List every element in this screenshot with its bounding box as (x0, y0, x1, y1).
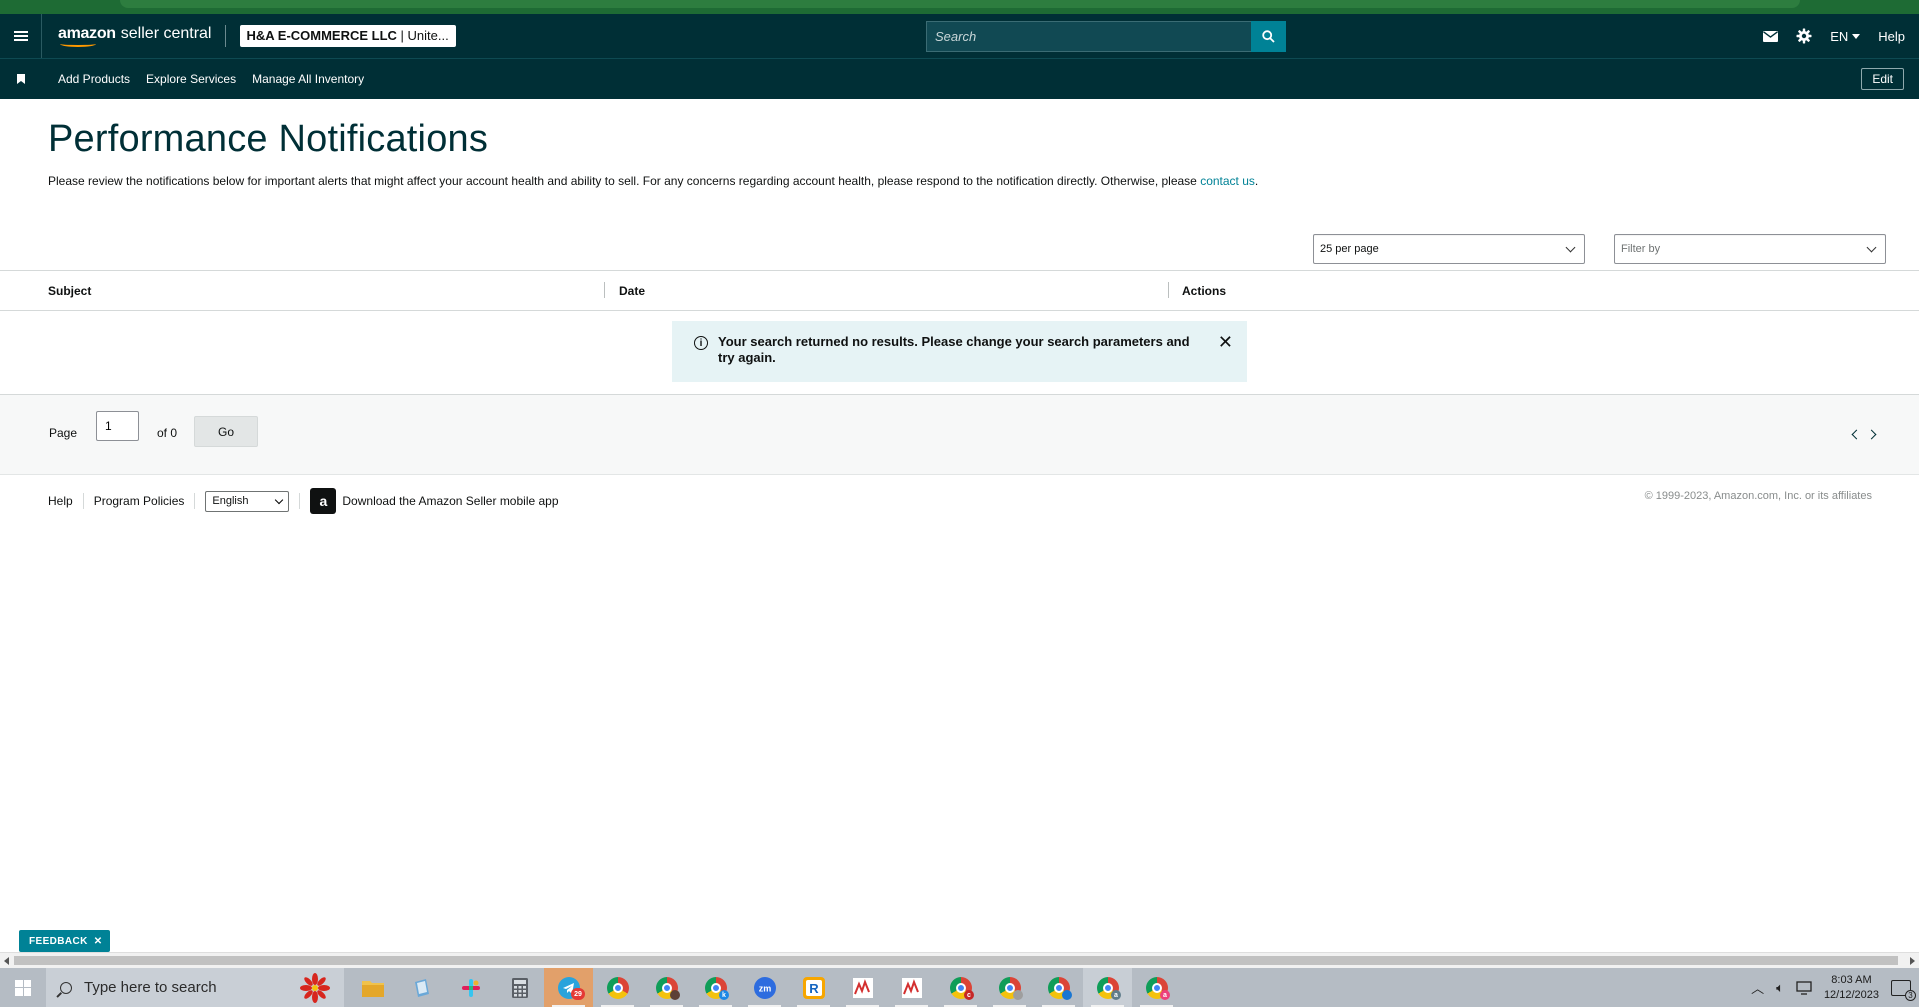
bookmark-icon[interactable] (0, 74, 42, 84)
edit-bookmarks-button[interactable]: Edit (1861, 68, 1904, 90)
search-input[interactable] (926, 21, 1251, 52)
page-total: of 0 (157, 426, 178, 440)
page-label: Page (49, 426, 78, 440)
feedback-button[interactable]: FEEDBACK ✕ (19, 930, 110, 952)
search-button[interactable] (1251, 21, 1286, 52)
bookmark-nav-bar: Add Products Explore Services Manage All… (0, 58, 1919, 99)
svg-text:zm: zm (758, 983, 771, 993)
language-selector[interactable]: EN (1830, 29, 1861, 44)
calculator-icon[interactable] (495, 968, 544, 1007)
scroll-left-icon[interactable] (4, 957, 9, 965)
filter-by-select[interactable]: Filter by (1614, 234, 1886, 264)
chevron-left-icon[interactable] (1851, 429, 1862, 440)
windows-taskbar: Type here to search 29 k zm R c a a ︿ 🔈︎… (0, 968, 1919, 1007)
footer-language-select[interactable]: English (205, 490, 290, 512)
chevron-down-icon (1866, 242, 1877, 252)
column-header-actions: Actions (1182, 284, 1227, 298)
chrome-profile-icon[interactable]: a (1083, 968, 1132, 1007)
clock[interactable]: 8:03 AM 12/12/2023 (1824, 973, 1879, 1003)
help-link[interactable]: Help (1878, 29, 1905, 44)
hamburger-menu-icon[interactable] (0, 14, 42, 58)
scroll-right-icon[interactable] (1910, 957, 1915, 965)
amazon-seller-app-icon: a (310, 488, 337, 514)
close-icon[interactable]: ✕ (94, 936, 103, 947)
browser-strip (0, 0, 1919, 14)
account-name: H&A E-COMMERCE LLC (246, 28, 397, 43)
speaker-icon[interactable]: 🔈︎ (1776, 980, 1784, 996)
zoom-icon[interactable]: zm (740, 968, 789, 1007)
go-button[interactable]: Go (194, 416, 258, 447)
table-body: i Your search returned no results. Pleas… (0, 311, 1919, 395)
chevron-down-icon (1565, 242, 1576, 252)
column-header-date: Date (619, 284, 646, 298)
gear-icon[interactable] (1796, 28, 1812, 44)
per-page-select[interactable]: 25 per page (1313, 234, 1585, 264)
stock-chart-app-icon[interactable] (838, 968, 887, 1007)
info-icon: i (694, 336, 708, 350)
notification-center-icon[interactable]: 3 (1891, 979, 1916, 1001)
clock-time: 8:03 AM (1831, 973, 1872, 986)
chevron-up-icon[interactable]: ︿ (1751, 978, 1764, 997)
chrome-profile-icon[interactable] (1034, 968, 1083, 1007)
taskbar-search[interactable]: Type here to search (46, 968, 344, 1007)
table-header: Subject Date Actions (0, 270, 1919, 311)
taskbar-apps: 29 k zm R c a a (348, 968, 1181, 1007)
search-bar (926, 21, 1286, 52)
slack-icon[interactable] (446, 968, 495, 1007)
nav-manage-all-inventory[interactable]: Manage All Inventory (252, 72, 364, 86)
copyright: © 1999-2023, Amazon.com, Inc. or its aff… (1644, 490, 1872, 502)
chrome-profile-icon[interactable] (642, 968, 691, 1007)
chrome-icon[interactable] (593, 968, 642, 1007)
scrollbar-thumb[interactable] (14, 956, 1898, 965)
chevron-right-icon[interactable] (1866, 429, 1877, 440)
telegram-icon[interactable]: 29 (544, 968, 593, 1007)
poinsettia-icon (300, 973, 330, 1003)
nav-explore-services[interactable]: Explore Services (146, 72, 236, 86)
system-tray: ︿ 🔈︎ 8:03 AM 12/12/2023 3 (1751, 968, 1919, 1007)
stock-chart-app-icon[interactable] (887, 968, 936, 1007)
account-marketplace: | Unite... (396, 28, 449, 43)
chevron-down-icon (275, 495, 284, 504)
download-app-link[interactable]: Download the Amazon Seller mobile app (342, 494, 558, 508)
remote-app-icon[interactable]: R (789, 968, 838, 1007)
file-explorer-icon[interactable] (348, 968, 397, 1007)
footer-help-link[interactable]: Help (48, 494, 73, 508)
seller-central-logo[interactable]: amazon seller central (58, 25, 211, 47)
page-description: Please review the notifications below fo… (48, 174, 1259, 188)
no-results-message: Your search returned no results. Please … (718, 334, 1190, 365)
header-actions: EN Help (1763, 14, 1905, 58)
caret-down-icon (1852, 33, 1861, 39)
page-number-input[interactable] (96, 411, 139, 441)
close-icon[interactable]: ✕ (1218, 333, 1233, 351)
page-title: Performance Notifications (48, 118, 489, 160)
horizontal-scrollbar[interactable] (0, 952, 1919, 968)
chrome-profile-icon[interactable]: a (1132, 968, 1181, 1007)
search-icon (60, 981, 72, 994)
windows-start-icon[interactable] (0, 968, 46, 1007)
svg-text:R: R (809, 981, 819, 996)
notification-count: 3 (1905, 989, 1916, 1001)
chrome-profile-icon[interactable]: c (936, 968, 985, 1007)
account-switcher[interactable]: H&A E-COMMERCE LLC | Unite... (240, 25, 457, 47)
column-header-subject: Subject (48, 284, 92, 298)
no-results-alert: i Your search returned no results. Pleas… (672, 321, 1247, 382)
footer-program-policies-link[interactable]: Program Policies (94, 494, 185, 508)
chrome-profile-icon[interactable]: k (691, 968, 740, 1007)
nav-links: Add Products Explore Services Manage All… (58, 72, 364, 86)
search-icon (1262, 30, 1275, 43)
telegram-badge: 29 (571, 988, 585, 1000)
nav-add-products[interactable]: Add Products (58, 72, 130, 86)
footer: Help Program Policies English a Download… (0, 476, 1919, 526)
clock-date: 12/12/2023 (1823, 988, 1879, 1001)
chrome-profile-icon[interactable] (985, 968, 1034, 1007)
pagination-bar: Page of 0 Go (0, 395, 1919, 475)
top-header: amazon seller central H&A E-COMMERCE LLC… (0, 14, 1919, 58)
contact-us-link[interactable]: contact us (1200, 174, 1255, 188)
notepad-icon[interactable] (397, 968, 446, 1007)
mail-icon[interactable] (1763, 30, 1779, 42)
network-icon[interactable] (1796, 980, 1812, 995)
